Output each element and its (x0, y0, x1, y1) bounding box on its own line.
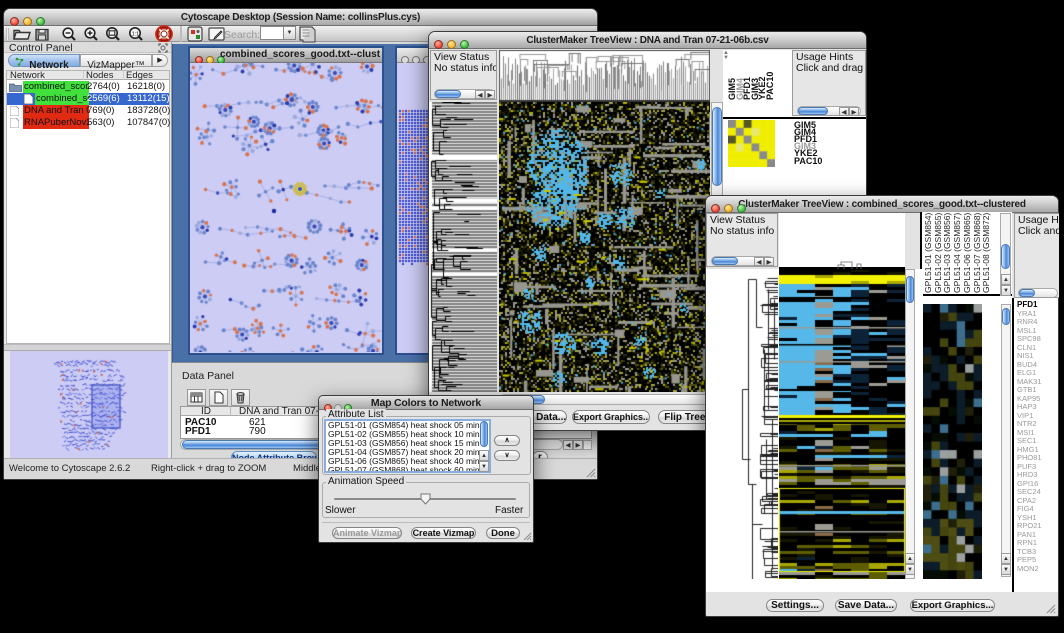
svg-text:1:1: 1:1 (132, 31, 140, 37)
